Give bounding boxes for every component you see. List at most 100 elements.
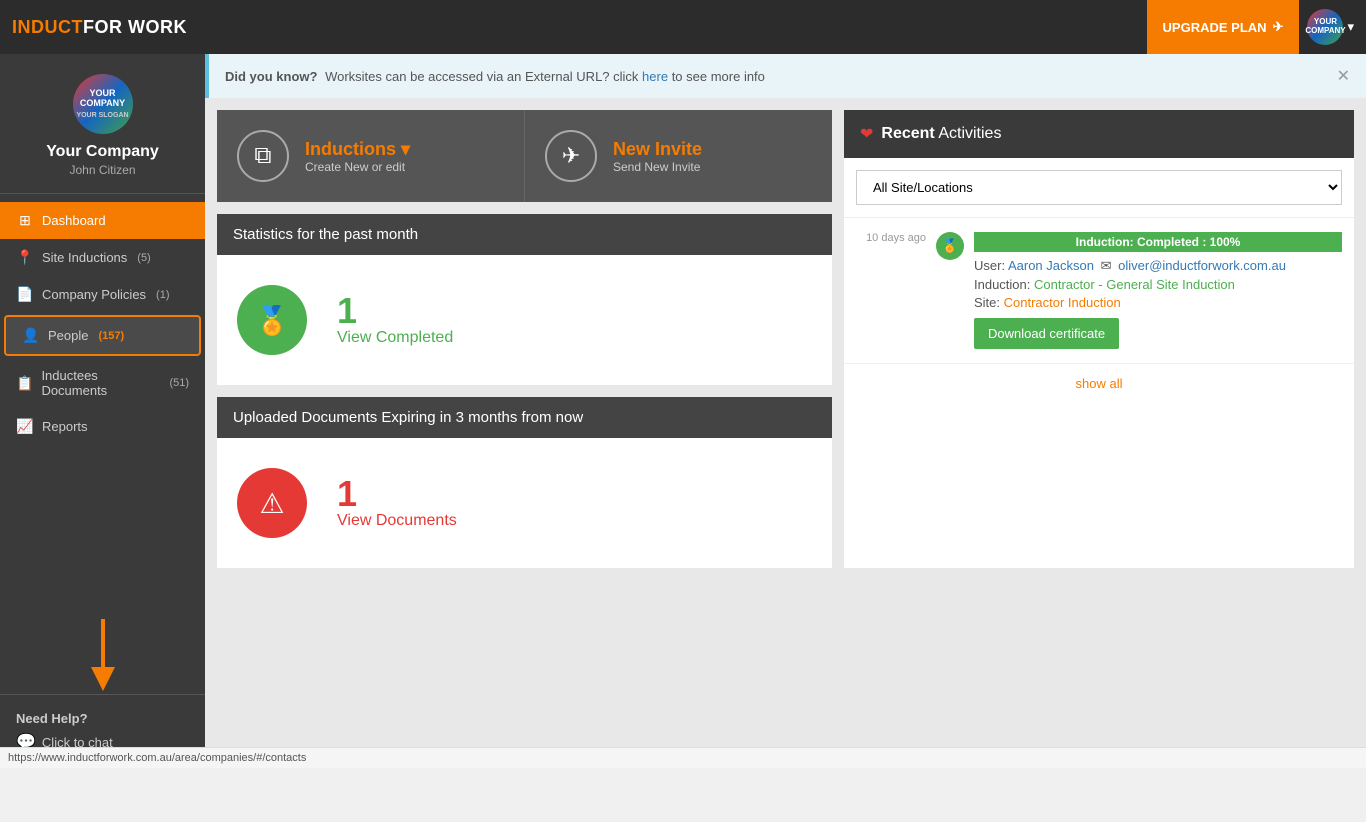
- heart-icon: ❤: [860, 124, 873, 144]
- sidebar-item-label: Site Inductions: [42, 250, 127, 265]
- brand-name: INDUCTFOR WORK: [12, 17, 187, 38]
- activity-site: Site: Contractor Induction: [974, 295, 1342, 310]
- company-policies-badge: (1): [156, 289, 169, 301]
- reports-icon: 📈: [16, 418, 34, 435]
- completed-stat-info: 1 View Completed: [337, 293, 453, 347]
- location-icon: 📍: [16, 249, 34, 266]
- recent-activities-panel: ❤ Recent Activities All Site/Locations S…: [844, 110, 1354, 568]
- right-panel: ❤ Recent Activities All Site/Locations S…: [844, 110, 1354, 568]
- people-icon: 👤: [22, 327, 40, 344]
- main-layout: YOURCOMPANYYOUR SLOGAN Your Company John…: [0, 54, 1366, 768]
- activity-user-email-link[interactable]: oliver@inductforwork.com.au: [1118, 258, 1286, 273]
- sidebar-profile: YOURCOMPANYYOUR SLOGAN Your Company John…: [0, 54, 205, 194]
- location-select-wrap: All Site/Locations Site 1 Site 2: [844, 158, 1354, 218]
- policies-icon: 📄: [16, 286, 34, 303]
- activity-user-name-link[interactable]: Aaron Jackson: [1008, 258, 1094, 273]
- notification-link[interactable]: here: [642, 69, 668, 84]
- activity-item: 10 days ago 🏅 Induction: Completed : 100…: [844, 218, 1354, 364]
- stats-body: 🏅 1 View Completed: [217, 255, 832, 385]
- sidebar-item-label: Reports: [42, 419, 88, 434]
- recent-title: Recent Activities: [881, 125, 1001, 143]
- documents-card: Uploaded Documents Expiring in 3 months …: [217, 397, 832, 568]
- sidebar-item-inductees-documents[interactable]: 📋 Inductees Documents (51): [0, 358, 205, 408]
- site-inductions-badge: (5): [137, 252, 150, 264]
- induction-label: Induction:: [974, 277, 1034, 292]
- stats-card: Statistics for the past month 🏅 1 View C…: [217, 214, 832, 385]
- progress-bar: Induction: Completed : 100%: [974, 232, 1342, 252]
- company-selector[interactable]: YOURCOMPANY ▾: [1307, 9, 1354, 45]
- activity-medal-icon: 🏅: [936, 232, 964, 260]
- company-avatar-top: YOURCOMPANY: [1307, 9, 1343, 45]
- user-label: User:: [974, 258, 1008, 273]
- top-nav-right: UPGRADE PLAN ✈ YOURCOMPANY ▾: [1147, 0, 1354, 54]
- download-certificate-button[interactable]: Download certificate: [974, 318, 1119, 349]
- warning-icon: ⚠: [259, 487, 284, 520]
- inductions-card[interactable]: ⧉ Inductions ▾ Create New or edit: [217, 110, 525, 202]
- inductions-icon: ⧉: [237, 130, 289, 182]
- sidebar-item-site-inductions[interactable]: 📍 Site Inductions (5): [0, 239, 205, 276]
- sidebar-item-dashboard[interactable]: ⊞ Dashboard: [0, 202, 205, 239]
- upgrade-plan-button[interactable]: UPGRADE PLAN ✈: [1147, 0, 1300, 54]
- notification-banner: Did you know? Worksites can be accessed …: [205, 54, 1366, 98]
- location-select[interactable]: All Site/Locations Site 1 Site 2: [856, 170, 1342, 205]
- completed-circle: 🏅: [237, 285, 307, 355]
- new-invite-card-text: New Invite Send New Invite: [613, 139, 702, 174]
- view-documents-label[interactable]: View Documents: [337, 512, 457, 530]
- sidebar: YOURCOMPANYYOUR SLOGAN Your Company John…: [0, 54, 205, 768]
- notification-text: Did you know? Worksites can be accessed …: [225, 69, 765, 84]
- upgrade-icon: ✈: [1273, 19, 1284, 35]
- sidebar-item-company-policies[interactable]: 📄 Company Policies (1): [0, 276, 205, 313]
- inductees-documents-badge: (51): [169, 377, 189, 389]
- induction-name-link[interactable]: Contractor - General Site Induction: [1034, 277, 1235, 292]
- need-help-label: Need Help?: [16, 711, 189, 726]
- inductions-title: Inductions ▾: [305, 139, 410, 160]
- notification-suffix: to see more info: [672, 69, 765, 84]
- did-you-know-label: Did you know?: [225, 69, 317, 84]
- warning-circle: ⚠: [237, 468, 307, 538]
- site-label: Site:: [974, 295, 1004, 310]
- notification-message: Worksites can be accessed via an Externa…: [325, 69, 642, 84]
- dashboard-icon: ⊞: [16, 212, 34, 229]
- activity-user: User: Aaron Jackson ✉ oliver@inductforwo…: [974, 258, 1342, 274]
- new-invite-card[interactable]: ✈ New Invite Send New Invite: [525, 110, 832, 202]
- status-url: https://www.inductforwork.com.au/area/co…: [8, 752, 306, 764]
- documents-stat-info: 1 View Documents: [337, 476, 457, 530]
- sidebar-item-label: Company Policies: [42, 287, 146, 302]
- brand-logo: INDUCTFOR WORK: [12, 17, 187, 38]
- show-all-link[interactable]: show all: [1076, 376, 1123, 391]
- sidebar-nav: ⊞ Dashboard 📍 Site Inductions (5) 📄 Comp…: [0, 194, 205, 604]
- view-completed-label[interactable]: View Completed: [337, 329, 453, 347]
- documents-body: ⚠ 1 View Documents: [217, 438, 832, 568]
- avatar: YOURCOMPANYYOUR SLOGAN: [73, 74, 133, 134]
- arrow-indicator-icon: [73, 614, 133, 694]
- arrow-indicator-area: [0, 604, 205, 694]
- sidebar-item-reports[interactable]: 📈 Reports: [0, 408, 205, 445]
- completed-number: 1: [337, 293, 453, 329]
- sidebar-company-name: Your Company: [46, 142, 159, 161]
- left-panel: ⧉ Inductions ▾ Create New or edit ✈: [217, 110, 832, 568]
- send-icon: ✈: [562, 143, 580, 169]
- status-bar: https://www.inductforwork.com.au/area/co…: [0, 747, 1366, 768]
- upgrade-label: UPGRADE PLAN: [1163, 20, 1267, 35]
- activity-induction: Induction: Contractor - General Site Ind…: [974, 277, 1342, 292]
- content-area: ⧉ Inductions ▾ Create New or edit ✈: [205, 98, 1366, 580]
- recent-header: ❤ Recent Activities: [844, 110, 1354, 158]
- activity-time: 10 days ago: [856, 232, 926, 349]
- sidebar-item-label: Dashboard: [42, 213, 106, 228]
- documents-count: 1: [337, 476, 457, 512]
- new-invite-icon: ✈: [545, 130, 597, 182]
- copy-icon: ⧉: [254, 142, 271, 170]
- main-content: Did you know? Worksites can be accessed …: [205, 54, 1366, 768]
- inductions-subtitle: Create New or edit: [305, 160, 410, 174]
- activity-details: Induction: Completed : 100% User: Aaron …: [974, 232, 1342, 349]
- new-invite-title: New Invite: [613, 139, 702, 160]
- sidebar-user-name: John Citizen: [69, 163, 135, 177]
- sidebar-item-people[interactable]: 👤 People (157): [4, 315, 201, 356]
- close-notification-button[interactable]: ✕: [1337, 66, 1350, 86]
- site-name-link[interactable]: Contractor Induction: [1004, 295, 1121, 310]
- stats-header: Statistics for the past month: [217, 214, 832, 255]
- top-navigation: INDUCTFOR WORK UPGRADE PLAN ✈ YOURCOMPAN…: [0, 0, 1366, 54]
- sidebar-item-label: People: [48, 328, 88, 343]
- show-all-area: show all: [844, 364, 1354, 403]
- inductions-card-text: Inductions ▾ Create New or edit: [305, 139, 410, 174]
